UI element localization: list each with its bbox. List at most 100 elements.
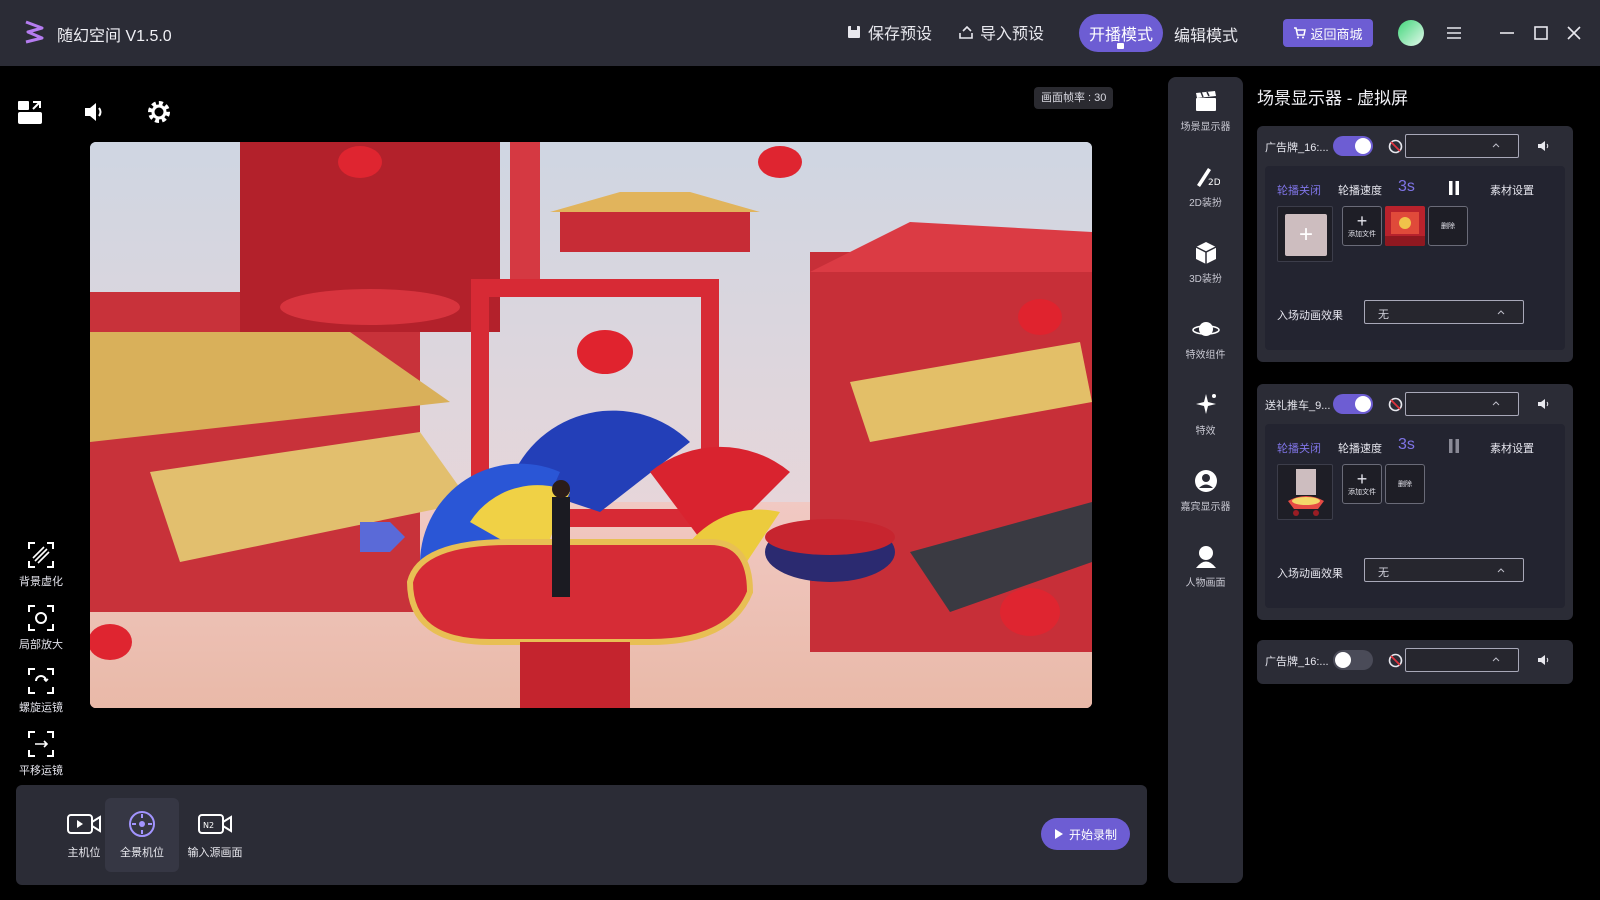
nav-effects[interactable]: 特效	[1168, 391, 1243, 437]
add-media-slot[interactable]: +	[1277, 206, 1333, 262]
scene-preview[interactable]	[90, 142, 1092, 708]
cube-3d-icon	[1195, 242, 1216, 264]
background-blur-icon	[28, 542, 54, 568]
source-select[interactable]	[1405, 392, 1519, 416]
play-icon	[1054, 829, 1063, 839]
plus-icon: +	[1285, 214, 1327, 256]
media-thumbnail[interactable]	[1385, 206, 1425, 246]
no-signal-icon[interactable]	[1388, 653, 1403, 668]
import-icon	[959, 25, 973, 39]
plus-icon: +	[1356, 211, 1368, 231]
title-bar: 随幻空间 V1.5.0 保存预设 导入预设 开播模式 编辑模式 返回商城	[0, 0, 1600, 66]
nav-2d-dressup[interactable]: 2D 2D装扮	[1168, 163, 1243, 209]
menu-icon[interactable]	[1443, 22, 1465, 44]
import-preset-button[interactable]: 导入预设	[958, 20, 1044, 44]
lock-icon	[1117, 43, 1124, 49]
maximize-icon[interactable]	[1530, 22, 1552, 44]
close-icon[interactable]	[1563, 22, 1585, 44]
chevron-up-icon	[1492, 401, 1500, 406]
source-select[interactable]	[1405, 134, 1519, 158]
card-settings: 轮播关闭 轮播速度 3s 素材设置 + 添加文件 删除 入场动画效果 无	[1265, 424, 1565, 608]
start-recording-button[interactable]: 开始录制	[1041, 818, 1130, 850]
card-header: 送礼推车_9...	[1257, 384, 1573, 424]
avatar[interactable]	[1398, 20, 1424, 46]
pause-icon[interactable]	[1448, 438, 1460, 454]
camera-bar: 主机位 全景机位 N2 输入源画面 开始录制	[16, 785, 1147, 885]
input-source-button[interactable]: N2 输入源画面	[178, 798, 252, 872]
volume-icon[interactable]	[1536, 397, 1550, 411]
clapper-icon	[1195, 91, 1216, 111]
delete-button[interactable]: 删除	[1428, 206, 1468, 246]
add-file-button[interactable]: + 添加文件	[1342, 206, 1382, 246]
rotation-speed-value[interactable]: 3s	[1398, 436, 1415, 454]
volume-icon[interactable]	[1536, 139, 1550, 153]
card-header: 广告牌_16:...	[1257, 640, 1573, 680]
enable-toggle[interactable]	[1333, 394, 1373, 414]
sparkle-icon	[1195, 394, 1216, 414]
pause-icon[interactable]	[1448, 180, 1460, 196]
card-name: 广告牌_16:...	[1265, 656, 1329, 668]
live-mode-button[interactable]: 开播模式	[1079, 14, 1163, 52]
entry-animation-label: 入场动画效果	[1277, 568, 1343, 580]
nav-guest-display[interactable]: 嘉宾显示器	[1168, 467, 1243, 513]
zoom-focus-icon	[28, 605, 54, 631]
svg-text:2D: 2D	[1208, 178, 1220, 188]
minimize-icon[interactable]	[1496, 22, 1518, 44]
rotation-toggle[interactable]: 轮播关闭	[1277, 182, 1321, 198]
enable-toggle[interactable]	[1333, 650, 1373, 670]
nav-scene-display[interactable]: 场景显示器	[1168, 87, 1243, 133]
chevron-up-icon	[1492, 657, 1500, 662]
screen-card: 广告牌_16:...	[1257, 640, 1573, 684]
media-thumbnail[interactable]	[1277, 464, 1333, 520]
rotation-toggle[interactable]: 轮播关闭	[1277, 440, 1321, 456]
scene-illustration	[90, 142, 1092, 708]
settings-gear-icon[interactable]	[145, 98, 173, 126]
chevron-up-icon	[1492, 143, 1500, 148]
back-to-store-button[interactable]: 返回商城	[1283, 19, 1373, 47]
person-icon	[1195, 546, 1216, 568]
spiral-camera-tool[interactable]: 螺旋运镜	[16, 666, 66, 715]
video-camera-icon	[67, 814, 101, 834]
enable-toggle[interactable]	[1333, 136, 1373, 156]
entry-animation-label: 入场动画效果	[1277, 310, 1343, 322]
entry-animation-select[interactable]: 无	[1364, 300, 1524, 324]
source-select[interactable]	[1405, 648, 1519, 672]
nav-effect-components[interactable]: 特效组件	[1168, 315, 1243, 361]
edit-mode-button[interactable]: 编辑模式	[1174, 22, 1238, 46]
rotation-speed-label: 轮播速度	[1338, 443, 1382, 455]
no-signal-icon[interactable]	[1388, 139, 1403, 154]
volume-icon[interactable]	[1536, 653, 1550, 667]
panorama-move-icon	[129, 811, 155, 837]
layout-switch-icon[interactable]	[16, 98, 44, 126]
panel-title: 场景显示器 - 虚拟屏	[1257, 89, 1409, 108]
material-settings-button[interactable]: 素材设置	[1490, 182, 1534, 198]
background-blur-tool[interactable]: 背景虚化	[16, 540, 66, 589]
nav-person-view[interactable]: 人物画面	[1168, 543, 1243, 589]
panorama-camera-button[interactable]: 全景机位	[105, 798, 179, 872]
input-source-icon: N2	[198, 814, 232, 834]
card-settings: 轮播关闭 轮播速度 3s 素材设置 + + 添加文件 删除 入场动画效果 无	[1265, 166, 1565, 350]
zoom-focus-tool[interactable]: 局部放大	[16, 603, 66, 652]
card-name: 广告牌_16:...	[1265, 142, 1329, 154]
save-preset-button[interactable]: 保存预设	[846, 20, 932, 44]
pan-camera-tool[interactable]: 平移运镜	[16, 729, 66, 778]
rotation-speed-value[interactable]: 3s	[1398, 178, 1415, 196]
app-title: 随幻空间 V1.5.0	[57, 28, 172, 45]
frame-rate-badge: 画面帧率 : 30	[1034, 87, 1114, 109]
plus-icon: +	[1356, 469, 1368, 489]
rotation-speed-label: 轮播速度	[1338, 185, 1382, 197]
delete-button[interactable]: 删除	[1385, 464, 1425, 504]
svg-text:N2: N2	[203, 821, 214, 830]
function-sidebar: 场景显示器 2D 2D装扮 3D装扮 特效组件 特效 嘉宾显示器 人物画面	[1168, 77, 1243, 883]
chevron-up-icon	[1497, 310, 1505, 315]
nav-3d-dressup[interactable]: 3D装扮	[1168, 239, 1243, 285]
entry-animation-select[interactable]: 无	[1364, 558, 1524, 582]
material-settings-button[interactable]: 素材设置	[1490, 440, 1534, 456]
add-file-button[interactable]: + 添加文件	[1342, 464, 1382, 504]
save-icon	[848, 26, 860, 38]
card-name: 送礼推车_9...	[1265, 400, 1331, 412]
screen-card: 广告牌_16:... 轮播关闭 轮播速度 3s 素材设置 + + 添加文件 删除 …	[1257, 126, 1573, 362]
pan-camera-icon	[28, 731, 54, 757]
volume-icon[interactable]	[80, 98, 108, 126]
no-signal-icon[interactable]	[1388, 397, 1403, 412]
